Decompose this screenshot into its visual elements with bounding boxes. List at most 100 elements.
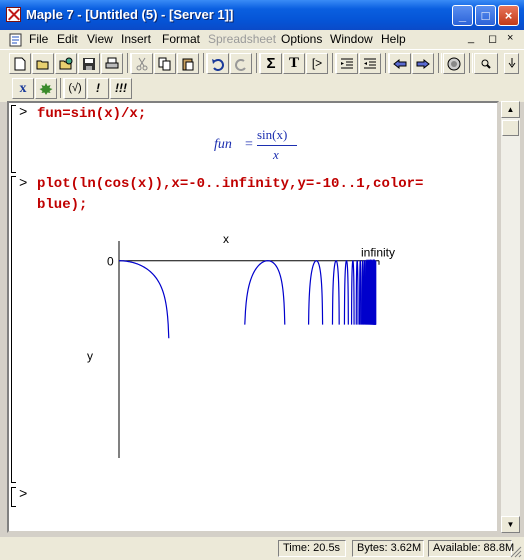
magnifier-icon [481,59,491,69]
worksheet[interactable]: > fun=sin(x)/x; fun = sin(x) x > plot(ln… [7,101,499,533]
output-equals: = [245,137,253,152]
scroll-up-button[interactable]: ▲ [501,101,520,118]
plot-curve-segment [244,260,286,325]
input-prompt: > [19,176,28,192]
arrow-right-icon [416,58,430,70]
menu-format[interactable]: Format [162,32,200,46]
y-axis-label: y [87,349,93,363]
cut-button[interactable] [131,53,153,74]
group-bracket[interactable] [11,487,16,507]
new-file-icon [14,57,26,71]
menu-spreadsheet[interactable]: Spreadsheet [208,32,276,46]
status-time: Time: 20.5s [278,540,346,557]
copy-button[interactable] [154,53,176,74]
maple-leaf-icon [39,83,53,95]
resize-grip-icon[interactable] [510,546,522,558]
open-folder-icon [36,60,49,70]
maximize-button[interactable]: □ [475,5,496,26]
text-mode-button[interactable]: T [283,53,305,74]
scroll-thumb[interactable] [502,120,519,136]
print-button[interactable] [101,53,123,74]
plot-curve-segment [358,259,362,325]
mdi-minimize-button[interactable]: _ [468,32,474,44]
zoom-button[interactable] [474,53,498,74]
undo-icon [212,59,224,71]
group-bracket[interactable] [11,105,16,173]
clipboard-icon [182,58,194,71]
x-tick-label-infinity: infinity [361,246,395,260]
menu-options[interactable]: Options [281,32,322,46]
plot-region[interactable]: x y 0 infinity [79,233,439,468]
copy-icon [158,57,171,71]
group-bracket[interactable] [11,176,16,483]
plot-curve-segment [331,260,340,325]
arrow-left-icon [393,58,407,70]
scissors-icon [136,57,148,71]
maple-input-button[interactable] [35,78,57,99]
plot-curve-segment [355,260,359,325]
printer-icon [105,57,119,69]
back-button[interactable] [389,53,411,74]
menu-view[interactable]: View [87,32,113,46]
maple-input-line-continued[interactable]: blue); [37,195,87,216]
status-bytes: Bytes: 3.62M [352,540,424,557]
window-title: Maple 7 - [Untitled (5) - [Server 1]] [26,7,234,22]
plot-curve-segment [363,259,366,325]
vertical-scrollbar[interactable]: ▲ ▼ [501,101,520,533]
minimize-button[interactable]: _ [452,5,473,26]
output-denominator: x [273,147,279,162]
mdi-restore-button[interactable]: ◻ [488,32,497,45]
status-available: Available: 88.8M [428,540,514,557]
menu-file[interactable]: File [29,32,48,46]
input-prompt: > [19,105,28,121]
open-url-icon [59,57,73,70]
maple-app-icon[interactable] [6,7,21,22]
outdent-button[interactable] [336,53,358,74]
toolbar-separator [438,53,442,73]
x-axis-label: x [223,233,229,246]
sigma-button[interactable]: Σ [260,53,282,74]
insert-prompt-button[interactable]: [> [306,53,328,74]
input-prompt: > [19,487,28,503]
menu-insert[interactable]: Insert [121,32,151,46]
y-tick-label-0: 0 [107,255,114,269]
plot-curve-segment [361,259,364,325]
open-button[interactable] [32,53,54,74]
math-input-button[interactable]: x [12,78,34,99]
maple-input-line[interactable]: fun=sin(x)/x; [37,104,146,125]
menu-edit[interactable]: Edit [57,32,78,46]
stop-button[interactable] [443,53,465,74]
execute-all-button[interactable]: !!! [110,78,132,99]
mdi-close-button[interactable]: × [507,32,513,44]
close-button[interactable]: × [498,5,519,26]
plot-curve-segment [307,260,324,325]
menu-window[interactable]: Window [330,32,373,46]
fraction-bar [257,145,297,146]
redo-icon [235,59,246,71]
worksheet-doc-icon[interactable] [9,33,23,47]
menu-help[interactable]: Help [381,32,406,46]
plot-curve-segment [350,260,355,325]
redo-button[interactable] [230,53,252,74]
new-button[interactable] [9,53,31,74]
toolbar-separator [469,53,473,73]
execute-button[interactable]: ! [87,78,109,99]
save-button[interactable] [78,53,100,74]
chevron-down-icon [508,58,515,68]
indent-button[interactable] [359,53,381,74]
scroll-down-button[interactable]: ▼ [501,516,520,533]
outdent-icon [341,58,353,69]
output-lhs: fun [214,137,232,152]
plot-curve-segment [364,259,367,325]
undo-button[interactable] [207,53,229,74]
stop-circle-icon [447,57,461,71]
maple-input-line[interactable]: plot(ln(cos(x)),x=-0..infinity,y=-10..1,… [37,174,423,195]
open-url-button[interactable] [55,53,77,74]
evaluate-button[interactable]: (√) [64,78,86,99]
plot-curve-segment [343,260,349,325]
forward-button[interactable] [412,53,434,74]
output-numerator: sin(x) [257,127,288,142]
indent-icon [364,58,376,69]
toolbar-overflow-button[interactable] [504,53,519,74]
paste-button[interactable] [177,53,199,74]
